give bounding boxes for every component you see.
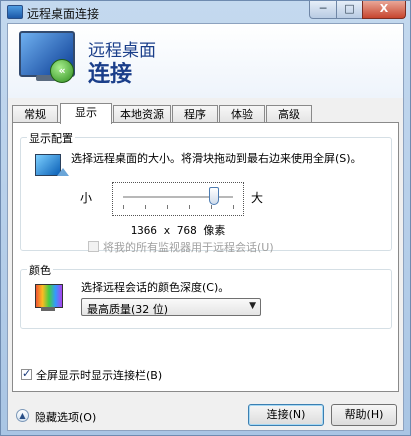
color-depth-value: 最高质量(32 位): [87, 303, 169, 316]
tab-general[interactable]: 常规: [12, 105, 58, 123]
help-button[interactable]: 帮助(H): [331, 404, 397, 426]
tab-strip: 常规 显示 本地资源 程序 体验 高级: [12, 103, 402, 124]
close-button[interactable]: X: [362, 1, 406, 19]
tab-display[interactable]: 显示: [60, 103, 112, 124]
display-config-legend: 显示配置: [27, 130, 75, 146]
remote-desktop-window: 远程桌面连接 ─ □ X « 远程桌面 连接 常规 显示 本地资源 程序 体验 …: [0, 0, 411, 436]
connect-button[interactable]: 连接(N): [248, 404, 324, 426]
slider-tick: [233, 205, 234, 209]
hide-options-link[interactable]: 隐藏选项(O): [35, 409, 96, 425]
all-monitors-label: 将我的所有监视器用于远程会话(U): [103, 241, 274, 254]
display-size-slider[interactable]: [112, 182, 244, 216]
color-legend: 颜色: [27, 262, 53, 278]
tab-advanced[interactable]: 高级: [266, 105, 312, 123]
tab-programs[interactable]: 程序: [172, 105, 218, 123]
window-title: 远程桌面连接: [27, 7, 100, 21]
tab-experience[interactable]: 体验: [219, 105, 265, 123]
slider-tick: [145, 205, 146, 209]
minimize-button[interactable]: ─: [309, 1, 337, 19]
chevron-up-icon[interactable]: ▲: [16, 409, 29, 422]
chevron-down-icon: ▼: [249, 301, 256, 311]
display-tab-panel: 显示配置 选择远程桌面的大小。将滑块拖动到最右边来使用全屏(S)。 小 大 13…: [12, 122, 399, 392]
display-config-group: 显示配置 选择远程桌面的大小。将滑块拖动到最右边来使用全屏(S)。 小 大 13…: [20, 130, 392, 254]
slider-tick: [211, 205, 212, 209]
size-large-label: 大: [251, 191, 264, 205]
color-palette-icon: [35, 284, 63, 308]
dialog-client: « 远程桌面 连接 常规 显示 本地资源 程序 体验 高级 显示配置 选择远程桌…: [7, 23, 404, 431]
maximize-button[interactable]: □: [336, 1, 363, 19]
slider-tick: [123, 205, 124, 209]
color-depth-description: 选择远程会话的颜色深度(C)。: [81, 281, 230, 294]
connect-arrows-icon: «: [50, 59, 74, 83]
size-small-label: 小: [80, 191, 93, 205]
all-monitors-checkbox[interactable]: [88, 241, 99, 252]
palette-stand-icon: [41, 307, 55, 311]
color-depth-select[interactable]: 最高质量(32 位) ▼: [81, 298, 261, 316]
display-resize-icon: [57, 168, 69, 176]
slider-tick: [189, 205, 190, 209]
header-title-line2: 连接: [88, 62, 133, 87]
slider-tick: [167, 205, 168, 209]
dialog-header: « 远程桌面 连接: [8, 24, 403, 98]
remote-desktop-app-icon: [7, 5, 23, 19]
fullscreen-bar-label: 全屏显示时显示连接栏(B): [36, 369, 163, 382]
color-group: 颜色 选择远程会话的颜色深度(C)。 最高质量(32 位) ▼: [20, 262, 392, 329]
tab-local-resources[interactable]: 本地资源: [113, 105, 171, 123]
slider-thumb[interactable]: [209, 187, 220, 205]
title-bar[interactable]: 远程桌面连接 ─ □ X: [1, 1, 410, 23]
display-size-description: 选择远程桌面的大小。将滑块拖动到最右边来使用全屏(S)。: [71, 152, 362, 165]
fullscreen-bar-checkbox[interactable]: [21, 367, 32, 380]
resolution-readout: 1366 x 768 像素: [130, 224, 226, 237]
